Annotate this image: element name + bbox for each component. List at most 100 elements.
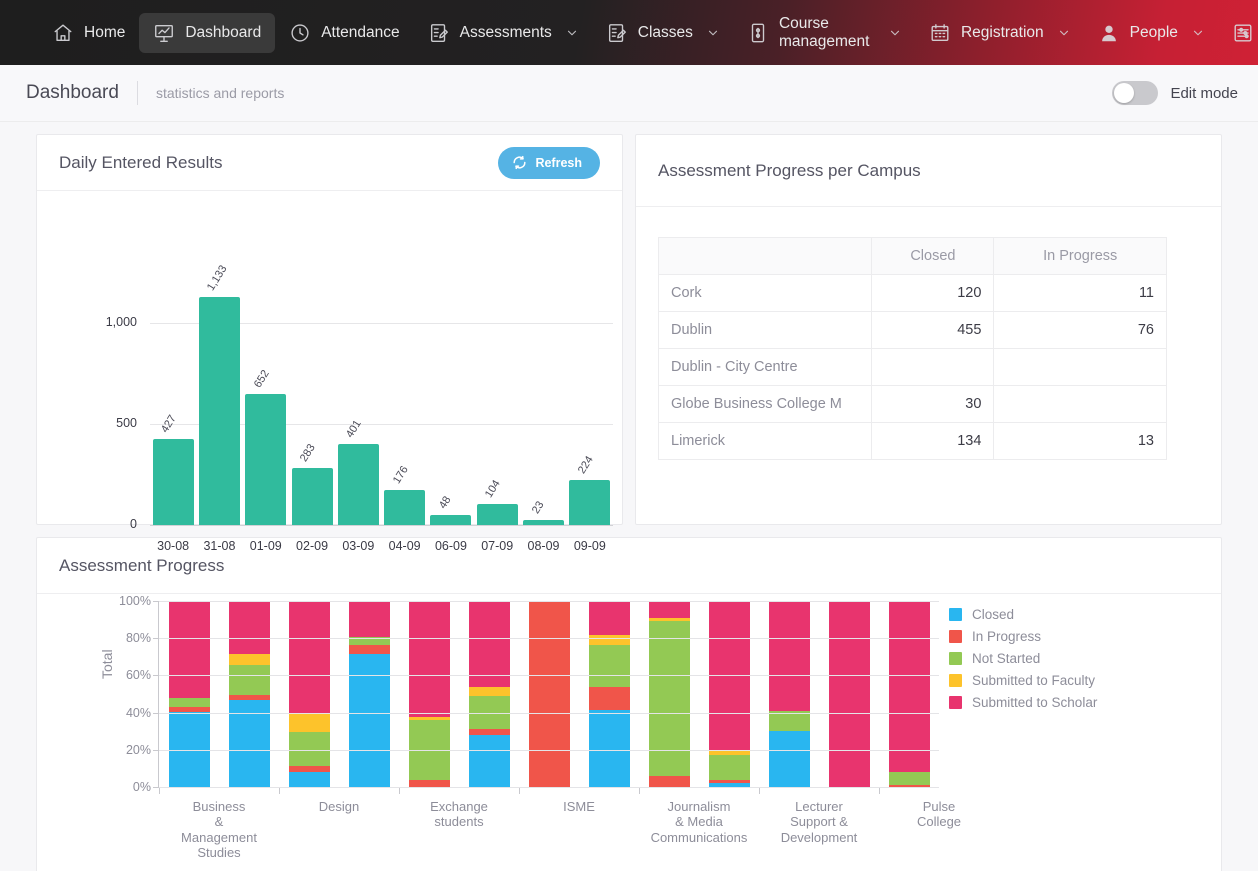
stacked-bar[interactable] — [528, 601, 570, 787]
legend-item[interactable]: Submitted to Faculty — [949, 669, 1097, 691]
refresh-button[interactable]: Refresh — [498, 146, 600, 179]
bar-column[interactable]: 652 — [243, 273, 289, 525]
edit-mode-toggle[interactable] — [1112, 81, 1159, 105]
stack-segment[interactable] — [468, 734, 510, 787]
stacked-bar[interactable] — [888, 601, 930, 787]
stack-segment[interactable] — [648, 601, 690, 618]
stack-segment[interactable] — [408, 779, 450, 787]
stacked-bar[interactable] — [168, 601, 210, 787]
stacked-bar[interactable] — [648, 601, 690, 787]
bar[interactable] — [430, 515, 472, 525]
stacked-bar-column[interactable] — [339, 601, 399, 787]
stack-segment[interactable] — [888, 772, 930, 786]
table-row[interactable]: Globe Business College M 30 — [657, 385, 1167, 423]
stack-segment[interactable] — [768, 710, 810, 732]
chevron-down-icon[interactable] — [1192, 27, 1204, 39]
stack-segment[interactable] — [288, 601, 330, 713]
stack-segment[interactable] — [228, 601, 270, 654]
nav-item-attendance[interactable]: Attendance — [275, 13, 413, 53]
nav-item-classes[interactable]: Classes — [592, 13, 733, 53]
nav-item-assessments[interactable]: Assessments — [414, 13, 592, 53]
bar[interactable] — [198, 296, 240, 525]
nav-item-home[interactable]: Home — [38, 13, 139, 53]
stacked-bar[interactable] — [828, 601, 870, 787]
bar-column[interactable]: 176 — [381, 273, 427, 525]
stack-segment[interactable] — [648, 621, 690, 776]
stack-segment[interactable] — [168, 697, 210, 708]
stacked-bar-column[interactable] — [519, 601, 579, 787]
stack-segment[interactable] — [228, 665, 270, 695]
table-row[interactable]: Dublin - City Centre — [657, 348, 1167, 386]
stack-segment[interactable] — [588, 635, 630, 645]
nav-item-admin[interactable]: Admin — [1218, 13, 1258, 53]
bar[interactable] — [569, 479, 611, 525]
stacked-bar[interactable] — [768, 601, 810, 787]
bar-column[interactable]: 401 — [335, 273, 381, 525]
stack-segment[interactable] — [468, 601, 510, 687]
stack-segment[interactable] — [588, 709, 630, 787]
bar-column[interactable]: 427 — [150, 273, 196, 525]
bar[interactable] — [291, 467, 333, 525]
stacked-bar-column[interactable] — [399, 601, 459, 787]
legend-item[interactable]: In Progress — [949, 625, 1097, 647]
stacked-bar[interactable] — [288, 601, 330, 787]
bar-column[interactable]: 48 — [428, 273, 474, 525]
bar[interactable] — [337, 444, 379, 525]
bar-column[interactable]: 23 — [520, 273, 566, 525]
stack-segment[interactable] — [588, 644, 630, 688]
stacked-bar[interactable] — [228, 601, 270, 787]
stack-segment[interactable] — [348, 644, 390, 654]
stack-segment[interactable] — [348, 601, 390, 638]
stacked-bar[interactable] — [588, 601, 630, 787]
stack-segment[interactable] — [588, 687, 630, 710]
stack-segment[interactable] — [768, 731, 810, 787]
chevron-down-icon[interactable] — [889, 27, 901, 39]
stack-segment[interactable] — [648, 775, 690, 787]
stack-segment[interactable] — [288, 712, 330, 733]
stack-segment[interactable] — [468, 686, 510, 696]
stack-segment[interactable] — [708, 755, 750, 780]
bar[interactable] — [523, 520, 565, 525]
stacked-bar-column[interactable] — [699, 601, 759, 787]
bar[interactable] — [245, 393, 287, 525]
nav-item-course-management[interactable]: Course management — [733, 6, 915, 59]
stack-segment[interactable] — [888, 601, 930, 773]
table-row[interactable]: Dublin 455 76 — [657, 311, 1167, 349]
stack-segment[interactable] — [528, 601, 570, 787]
stack-segment[interactable] — [348, 654, 390, 787]
bar-column[interactable]: 224 — [567, 273, 613, 525]
stacked-bar-column[interactable] — [639, 601, 699, 787]
stack-segment[interactable] — [768, 601, 810, 711]
stacked-bar-column[interactable] — [219, 601, 279, 787]
chevron-down-icon[interactable] — [1058, 27, 1070, 39]
chevron-down-icon[interactable] — [566, 27, 578, 39]
stacked-bar-column[interactable] — [159, 601, 219, 787]
stacked-bar[interactable] — [708, 601, 750, 787]
stack-segment[interactable] — [588, 601, 630, 636]
stack-segment[interactable] — [288, 772, 330, 787]
bar[interactable] — [384, 489, 426, 525]
stacked-bar[interactable] — [468, 601, 510, 787]
bar[interactable] — [476, 504, 518, 525]
stacked-bar[interactable] — [408, 601, 450, 787]
stacked-bar-column[interactable] — [819, 601, 879, 787]
legend-item[interactable]: Submitted to Scholar — [949, 691, 1097, 713]
nav-item-dashboard[interactable]: Dashboard — [139, 12, 276, 53]
bar-column[interactable]: 283 — [289, 273, 335, 525]
edit-mode-control[interactable]: Edit mode — [1112, 81, 1238, 105]
stacked-bar-column[interactable] — [759, 601, 819, 787]
stacked-bar[interactable] — [348, 601, 390, 787]
legend-item[interactable]: Closed — [949, 603, 1097, 625]
chevron-down-icon[interactable] — [707, 27, 719, 39]
legend-item[interactable]: Not Started — [949, 647, 1097, 669]
table-row[interactable]: Limerick 134 13 — [657, 422, 1167, 460]
stack-segment[interactable] — [828, 601, 870, 787]
nav-item-registration[interactable]: Registration — [915, 13, 1084, 53]
stack-segment[interactable] — [168, 601, 210, 698]
bar[interactable] — [152, 438, 194, 525]
table-row[interactable]: Cork 120 11 — [657, 274, 1167, 312]
bar-column[interactable]: 1,133 — [196, 263, 242, 525]
stack-segment[interactable] — [408, 601, 450, 718]
stack-segment[interactable] — [228, 654, 270, 666]
stacked-bar-column[interactable] — [579, 601, 639, 787]
